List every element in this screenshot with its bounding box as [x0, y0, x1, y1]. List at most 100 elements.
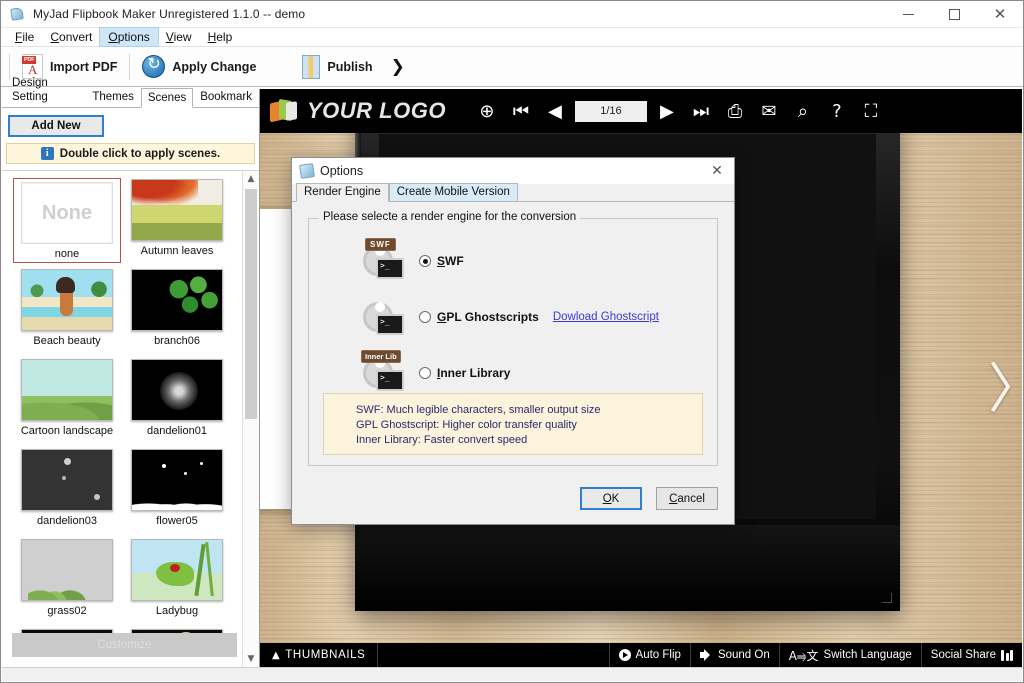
render-engine-group: Please selecte a render engine for the c… [308, 211, 718, 466]
radio-swf[interactable]: SWF [419, 254, 464, 268]
inner-lib-badge: Inner Lib [361, 350, 401, 363]
scene-label: dandelion03 [37, 515, 97, 527]
radio-button-icon[interactable] [419, 255, 431, 267]
page-corner-icon[interactable] [882, 593, 892, 603]
search-icon[interactable]: ⌕ [786, 96, 820, 126]
option-row-gpl-ghostscripts[interactable]: >_ GPL Ghostscripts Dowload Ghostscript [361, 289, 717, 345]
info-line-ghostscript: GPL Ghostscript: Higher color transfer q… [356, 419, 577, 431]
menu-help[interactable]: Help [200, 28, 241, 46]
zoom-in-icon[interactable]: ⊕ [470, 96, 504, 126]
console-glyph: >_ [376, 370, 404, 391]
flipbook-logo-text: YOUR LOGO [307, 98, 446, 123]
tab-bookmark[interactable]: Bookmark [193, 87, 259, 107]
flipbook-bottom-bar: ▲ THUMBNAILS Auto Flip Sound On A⥤文 Swit… [260, 643, 1022, 667]
email-icon[interactable]: ✉ [752, 96, 786, 126]
scene-item-beach-beauty[interactable]: Beach beauty [14, 269, 120, 347]
scene-item-ladybug[interactable]: Ladybug [124, 539, 230, 617]
menu-options[interactable]: Options [99, 27, 159, 47]
radio-button-icon[interactable] [419, 311, 431, 323]
switch-language-button[interactable]: A⥤文 Switch Language [778, 643, 921, 667]
info-icon: i [40, 147, 54, 160]
next-page-icon[interactable]: ▶ [650, 96, 684, 126]
scene-item-dandelion03[interactable]: dandelion03 [14, 449, 120, 527]
chevron-up-icon: ▲ [272, 649, 281, 661]
dialog-tab-render-engine[interactable]: Render Engine [296, 183, 389, 202]
scrollbar-thumb[interactable] [245, 189, 257, 419]
scroll-down-icon[interactable]: ▼ [243, 651, 259, 667]
play-icon [618, 649, 631, 661]
page-indicator[interactable]: 1/16 [574, 100, 647, 122]
scene-label: grass02 [47, 605, 87, 617]
toolbar-overflow-icon[interactable]: ❯ [391, 57, 405, 77]
auto-flip-button[interactable]: Auto Flip [608, 643, 690, 667]
help-icon[interactable]: ? [820, 96, 854, 126]
publish-button[interactable]: Publish [292, 50, 382, 84]
scene-item-flower05[interactable]: flower05 [124, 449, 230, 527]
maximize-button[interactable] [931, 1, 977, 28]
prev-page-icon[interactable]: ◀ [538, 96, 572, 126]
thumbnails-button[interactable]: ▲ THUMBNAILS [260, 643, 379, 667]
close-button[interactable]: ✕ [977, 1, 1023, 28]
flip-next-icon[interactable]: 〉 [988, 360, 1022, 423]
scene-item-grass02[interactable]: grass02 [14, 539, 120, 617]
refresh-icon [142, 54, 166, 78]
scene-label: flower05 [156, 515, 198, 527]
swf-engine-icon: >_ SWF [361, 238, 407, 284]
group-legend: Please selecte a render engine for the c… [319, 211, 581, 223]
dialog-close-icon[interactable]: ✕ [700, 158, 734, 184]
scenes-scrollbar[interactable]: ▲ ▼ [242, 171, 259, 667]
auto-flip-label: Auto Flip [635, 649, 681, 661]
menu-view[interactable]: View [158, 28, 200, 46]
scene-label: Ladybug [155, 605, 199, 617]
option-row-swf[interactable]: >_ SWF SWF [361, 233, 717, 289]
tab-themes[interactable]: Themes [85, 87, 141, 107]
scroll-up-icon[interactable]: ▲ [243, 171, 259, 187]
social-share-label: Social Share [930, 649, 996, 661]
scene-label: Beach beauty [33, 335, 101, 347]
scene-item-branch06[interactable]: branch06 [124, 269, 230, 347]
print-icon[interactable]: ⎙ [718, 96, 752, 126]
radio-inner-library[interactable]: Inner Library [419, 366, 510, 380]
dialog-title-bar: Options ✕ [292, 158, 734, 184]
download-ghostscript-link[interactable]: Dowload Ghostscript [553, 311, 659, 323]
fullscreen-icon[interactable]: ⛶ [854, 96, 888, 126]
menu-file[interactable]: File [7, 28, 42, 46]
add-new-button[interactable]: Add New [8, 115, 104, 137]
ok-button[interactable]: OK [580, 487, 642, 510]
engine-info-box: SWF: Much legible characters, smaller ou… [323, 393, 703, 455]
apply-change-button[interactable]: Apply Change [132, 50, 266, 84]
radio-gpl-ghostscripts[interactable]: GPL Ghostscripts [419, 310, 539, 324]
info-line-inner-library: Inner Library: Faster convert speed [356, 434, 528, 446]
dialog-tab-create-mobile-version[interactable]: Create Mobile Version [388, 183, 518, 201]
scene-thumbnail [131, 269, 223, 331]
tab-scenes[interactable]: Scenes [140, 88, 194, 108]
scenes-hint-text: Double click to apply scenes. [59, 147, 221, 160]
ghostscript-engine-icon: >_ [361, 294, 407, 340]
cancel-button[interactable]: Cancel [656, 487, 718, 510]
radio-button-icon[interactable] [419, 367, 431, 379]
tab-design-setting[interactable]: Design Setting [5, 73, 85, 107]
application-window: MyJad Flipbook Maker Unregistered 1.1.0 … [0, 0, 1024, 683]
scene-label: dandelion01 [147, 425, 207, 437]
minimize-button[interactable] [885, 1, 931, 28]
social-share-button[interactable]: Social Share [920, 643, 1022, 667]
book-icon [302, 54, 321, 79]
customize-button[interactable]: Customize [12, 633, 237, 657]
scene-label: Autumn leaves [140, 245, 214, 257]
window-title: MyJad Flipbook Maker Unregistered 1.1.0 … [33, 7, 306, 21]
console-glyph: >_ [376, 258, 404, 279]
scene-item-dandelion01[interactable]: dandelion01 [124, 359, 230, 437]
menu-convert[interactable]: Convert [42, 28, 100, 46]
scene-item-none[interactable]: None none [13, 178, 121, 263]
sound-button[interactable]: Sound On [689, 643, 779, 667]
thumbnails-label: THUMBNAILS [285, 649, 366, 661]
scene-item-autumn-leaves[interactable]: Autumn leaves [124, 179, 230, 257]
flip-prev-icon[interactable]: 〈 [266, 360, 320, 423]
scene-item-cartoon-landscape[interactable]: Cartoon landscape [14, 359, 120, 437]
title-bar: MyJad Flipbook Maker Unregistered 1.1.0 … [1, 1, 1023, 28]
status-bar [2, 667, 1022, 681]
last-page-icon[interactable]: ⏭ [684, 96, 718, 126]
first-page-icon[interactable]: ⏮ [504, 96, 538, 126]
scene-thumbnail [21, 269, 113, 331]
menu-bar: File Convert Options View Help [1, 27, 1023, 47]
